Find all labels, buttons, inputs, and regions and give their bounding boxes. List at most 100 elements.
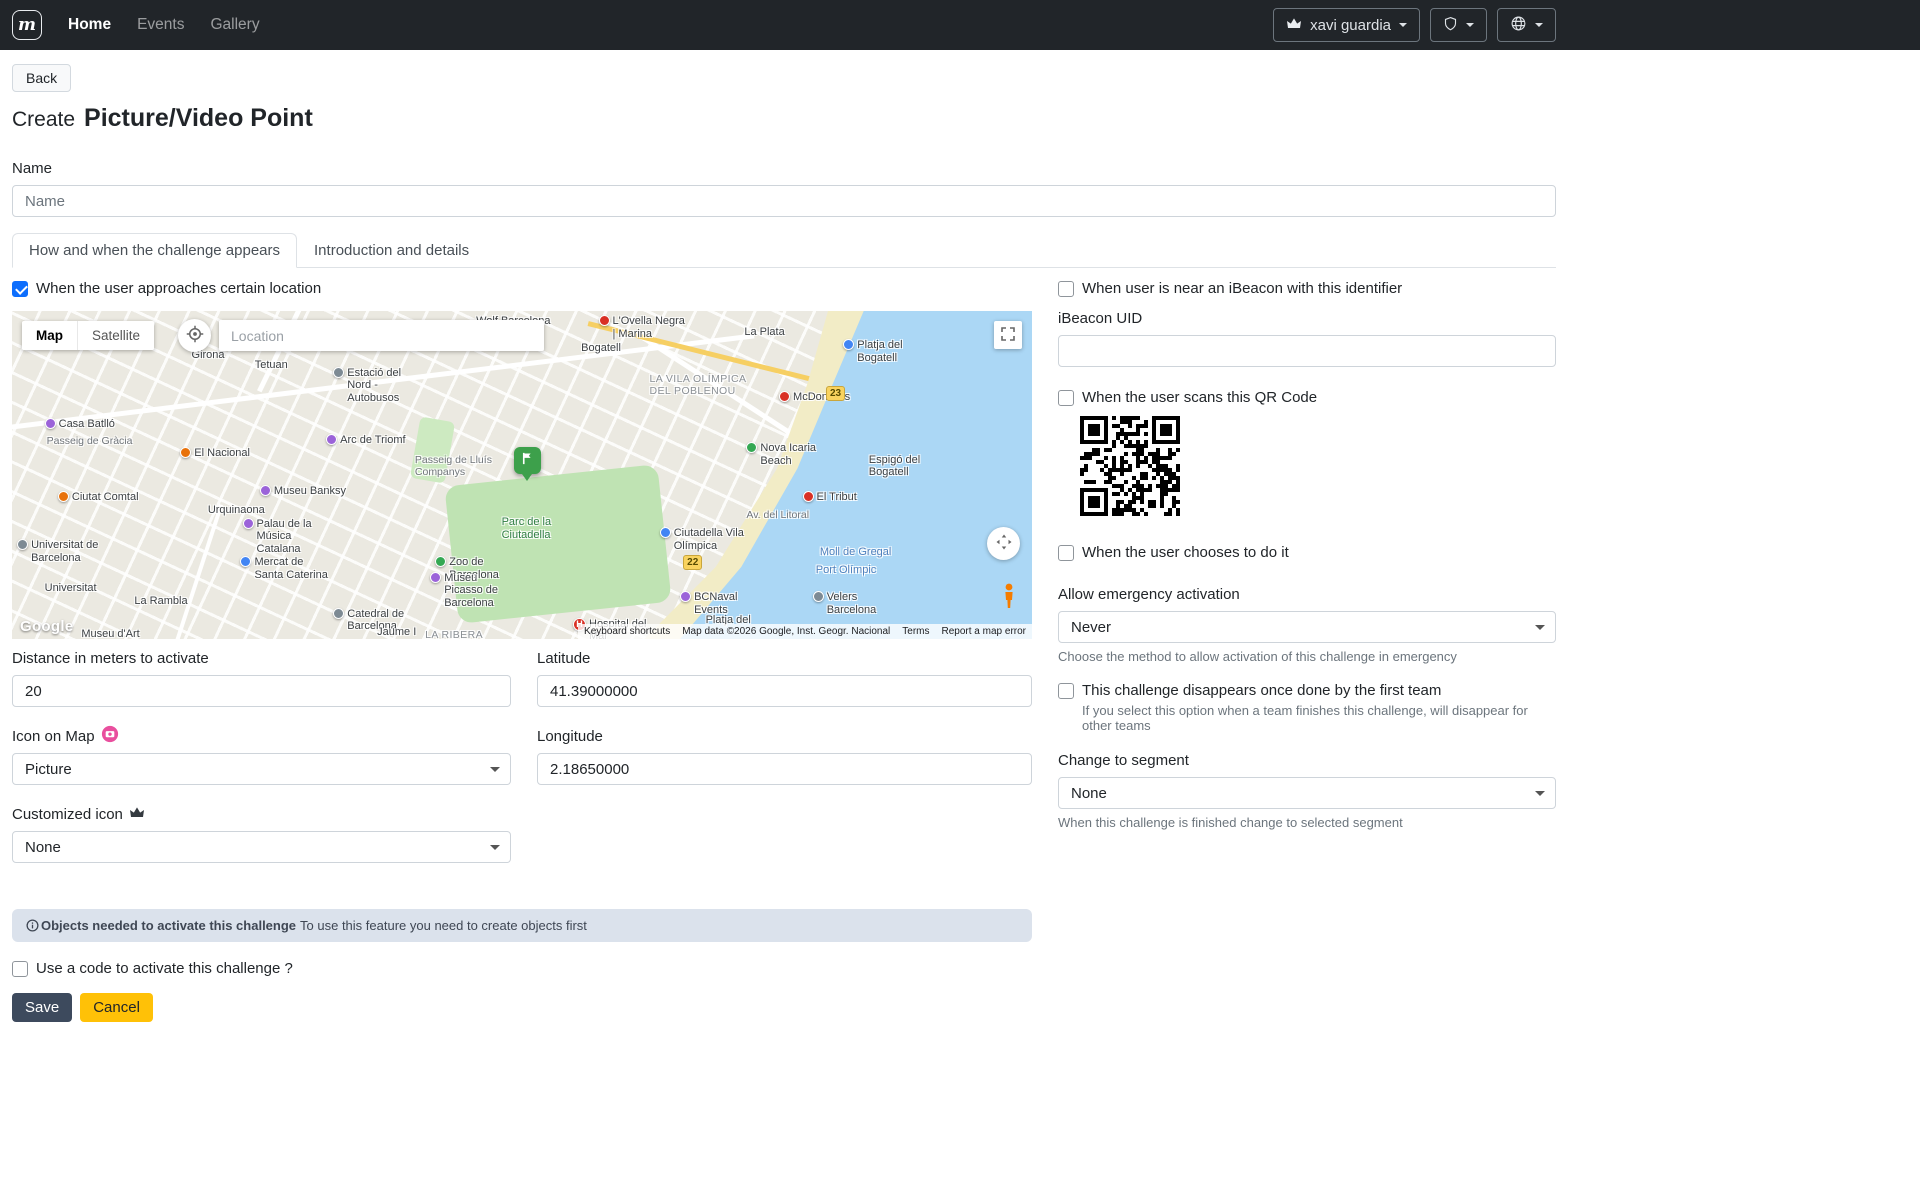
my-location-button[interactable]	[178, 319, 211, 352]
emergency-activation-select[interactable]: Never	[1058, 611, 1556, 643]
customized-icon-label: Customized icon	[12, 805, 511, 823]
map-label: L'Ovella Negra | Marina	[599, 315, 687, 340]
admin-menu-button[interactable]	[1430, 8, 1487, 42]
checkbox-box[interactable]	[1058, 683, 1074, 699]
back-button[interactable]: Back	[12, 64, 71, 92]
map-label: Nova Icaria Beach	[746, 442, 834, 467]
icon-on-map-label: Icon on Map	[12, 727, 511, 745]
fullscreen-button[interactable]	[994, 321, 1022, 349]
map-label: Tetuan	[255, 359, 288, 372]
map-label: Platja del Bogatell	[843, 339, 931, 364]
checkbox-box[interactable]	[1058, 281, 1074, 297]
top-navbar: m Home Events Gallery xavi guardia	[0, 0, 1920, 50]
nav-link-events[interactable]: Events	[137, 16, 184, 34]
checkbox-box[interactable]	[1058, 390, 1074, 406]
map-label: LA VILA OLÍMPICA DEL POBLENOU	[650, 373, 766, 397]
map-pin-picture-icon	[101, 725, 119, 747]
brand-logo[interactable]: m	[12, 10, 42, 40]
brand-letter: m	[18, 17, 36, 34]
map-label: El Tribut	[803, 491, 857, 504]
checkbox-box[interactable]	[12, 961, 28, 977]
map-attribution: Keyboard shortcuts Map data ©2026 Google…	[578, 624, 1032, 639]
map-type-control: Map Satellite	[22, 321, 154, 350]
map-label: Casa Batlló	[45, 418, 115, 431]
emergency-help-text: Choose the method to allow activation of…	[1058, 649, 1556, 664]
page-title-prefix: Create	[12, 108, 75, 132]
crown-icon	[1286, 16, 1302, 34]
map-label: Universitat	[45, 582, 97, 595]
longitude-label: Longitude	[537, 727, 1032, 745]
map-label: La Plata	[744, 326, 784, 339]
cancel-button[interactable]: Cancel	[80, 993, 153, 1022]
fullscreen-icon	[1000, 326, 1016, 345]
tab-how-and-when[interactable]: How and when the challenge appears	[12, 233, 297, 268]
map-label: Port Olímpic	[816, 564, 877, 577]
map-label: 23	[826, 386, 845, 401]
info-icon	[26, 919, 39, 932]
map-label: Espigó del Bogatell	[869, 454, 957, 479]
map-label: Ciutadella Vila Olímpica	[660, 527, 748, 552]
alert-body-text: To use this feature you need to create o…	[300, 918, 587, 933]
map-search-input[interactable]	[219, 320, 544, 351]
chevron-down-icon	[1535, 23, 1543, 31]
page-title: Create Picture/Video Point	[12, 104, 1556, 133]
pan-button[interactable]	[987, 527, 1020, 560]
latitude-input[interactable]	[537, 675, 1032, 707]
shield-icon	[1443, 15, 1458, 36]
chevron-down-icon	[1466, 23, 1474, 31]
checkbox-use-code[interactable]: Use a code to activate this challenge ?	[12, 960, 1032, 977]
map-label: Universitat de Barcelona	[17, 539, 105, 564]
terms-link[interactable]: Terms	[896, 624, 935, 639]
map-label: Palau de la Música Catalana	[243, 518, 331, 556]
language-menu-button[interactable]	[1497, 8, 1556, 42]
distance-input[interactable]	[12, 675, 511, 707]
ibeacon-uid-input[interactable]	[1058, 335, 1556, 367]
longitude-input[interactable]	[537, 753, 1032, 785]
google-logo: Google	[20, 618, 73, 635]
map-label: Ciutat Comtal	[58, 491, 139, 504]
map-label: LA RIBERA	[425, 629, 483, 639]
checkbox-qr-code[interactable]: When the user scans this QR Code	[1058, 389, 1556, 406]
keyboard-shortcuts-link[interactable]: Keyboard shortcuts	[578, 624, 676, 639]
tab-introduction-details[interactable]: Introduction and details	[297, 233, 486, 268]
latitude-label: Latitude	[537, 649, 1032, 667]
map-label: Velers Barcelona	[813, 591, 901, 616]
name-input[interactable]	[12, 185, 1556, 217]
alert-title-text: Objects needed to activate this challeng…	[41, 918, 296, 933]
checkbox-user-chooses[interactable]: When the user chooses to do it	[1058, 544, 1556, 561]
map-label: Arc de Triomf	[326, 434, 405, 447]
crown-icon	[129, 805, 145, 823]
disappears-help-text: If you select this option when a team fi…	[1082, 703, 1556, 733]
icon-on-map-select[interactable]: Picture	[12, 753, 511, 785]
challenge-location-marker[interactable]	[514, 447, 541, 474]
flag-icon	[520, 451, 535, 471]
change-to-segment-label: Change to segment	[1058, 751, 1556, 769]
user-menu-button[interactable]: xavi guardia	[1273, 8, 1420, 42]
nav-links: Home Events Gallery	[68, 16, 1273, 34]
checkbox-box-checked[interactable]	[12, 281, 28, 297]
map-type-button-map[interactable]: Map	[22, 321, 78, 350]
save-button[interactable]: Save	[12, 993, 72, 1022]
map-label: Passeig de Lluís Companys	[415, 454, 503, 478]
map-label: Estació del Nord - Autobusos	[333, 367, 421, 405]
checkbox-approach-location[interactable]: When the user approaches certain locatio…	[12, 280, 1032, 297]
customized-icon-select[interactable]: None	[12, 831, 511, 863]
map-canvas[interactable]: Wolf BarcelonaL'Ovella Negra | MarinaLa …	[12, 311, 1032, 639]
pegman-icon[interactable]	[1002, 583, 1016, 612]
change-to-segment-select[interactable]: None	[1058, 777, 1556, 809]
map-label: Museu d'Art	[81, 628, 139, 639]
map-label: Mercat de Santa Caterina	[240, 556, 328, 581]
checkbox-box[interactable]	[1058, 545, 1074, 561]
checkbox-disappears-first-team[interactable]: This challenge disappears once done by t…	[1058, 682, 1556, 699]
nav-link-home[interactable]: Home	[68, 16, 111, 34]
report-map-error-link[interactable]: Report a map error	[936, 624, 1032, 639]
map-label: La Rambla	[134, 595, 187, 608]
checkbox-ibeacon[interactable]: When user is near an iBeacon with this i…	[1058, 280, 1556, 297]
name-label: Name	[12, 159, 1556, 177]
map-label: Av. del Litoral	[746, 509, 809, 521]
nav-link-gallery[interactable]: Gallery	[210, 16, 259, 34]
tab-bar: How and when the challenge appears Intro…	[12, 233, 1556, 268]
map-label: Moll de Gregal	[820, 546, 892, 559]
map-type-button-satellite[interactable]: Satellite	[78, 321, 154, 350]
map-label: Passeig de Gràcia	[47, 435, 133, 447]
